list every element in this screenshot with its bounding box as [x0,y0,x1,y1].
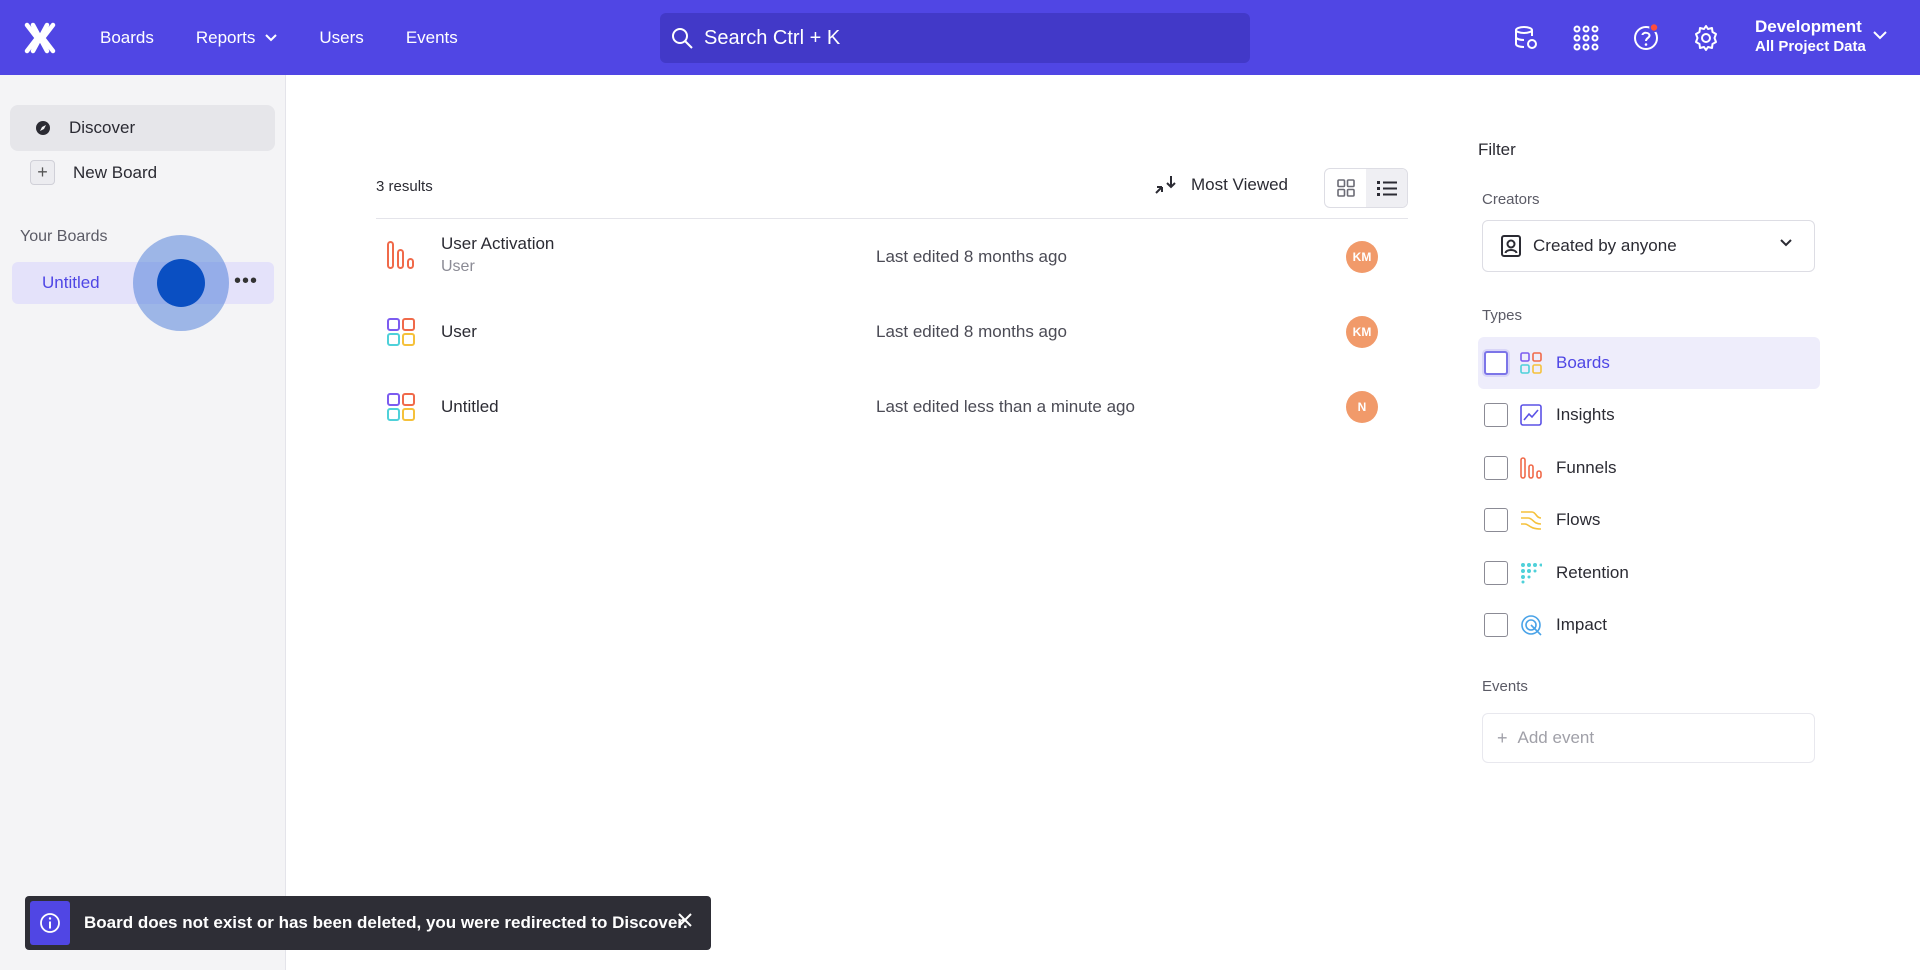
type-label: Funnels [1556,458,1617,477]
new-board-button[interactable]: + New Board [30,160,157,185]
events-label: Events [1482,678,1528,695]
grid-view-button[interactable] [1325,169,1366,207]
plus-icon: + [30,160,55,185]
creators-value: Created by anyone [1533,236,1677,255]
click-indicator-dot [157,259,205,307]
project-name: Development [1755,17,1862,36]
row-last-edited: Last edited 8 months ago [876,247,1067,266]
list-divider [376,218,1408,219]
type-label: Flows [1556,510,1601,529]
row-last-edited: Last edited 8 months ago [876,322,1067,341]
type-label: Impact [1556,615,1608,634]
checkbox[interactable] [1484,403,1508,427]
nav-boards-label: Boards [100,27,154,47]
sidebar-board-label: Untitled [42,273,100,292]
nav-users[interactable]: Users [319,28,363,48]
more-options-icon[interactable]: ••• [234,270,258,293]
list-icon [1376,181,1397,196]
view-toggle [1324,168,1408,208]
sidebar [0,75,286,970]
board-icon [387,318,415,346]
info-icon [30,901,70,945]
funnel-icon [387,241,414,269]
add-event-input[interactable]: + Add event [1482,713,1815,763]
type-filter-flows[interactable]: Flows [1478,494,1820,546]
row-name: User Activation [441,234,555,253]
board-icon [1520,352,1542,374]
creators-select[interactable]: Created by anyone [1482,220,1815,272]
close-icon[interactable] [677,912,693,928]
toast-notification: Board does not exist or has been deleted… [25,896,711,950]
table-row[interactable]: User Last edited 8 months ago KM [376,297,1408,367]
your-boards-heading: Your Boards [20,228,108,245]
table-row[interactable]: User Activation User Last edited 8 month… [376,222,1408,292]
creators-label: Creators [1482,191,1540,208]
avatar: KM [1346,316,1378,348]
app-logo-icon[interactable] [24,22,56,54]
compass-icon [36,121,50,135]
results-count: 3 results [376,178,433,195]
type-filter-impact[interactable]: Impact [1478,599,1820,651]
add-event-placeholder: Add event [1517,728,1595,747]
sort-label: Most Viewed [1191,175,1289,194]
top-navigation-bar: Boards Reports Users Events Search Ctrl … [0,0,1920,75]
nav-events-label: Events [405,27,458,47]
table-row[interactable]: Untitled Last edited less than a minute … [376,372,1408,442]
nav-events[interactable]: Events [406,28,458,48]
help-icon[interactable] [1632,24,1660,52]
sidebar-item-label: Discover [69,118,136,137]
search-input[interactable]: Search Ctrl + K [660,13,1250,63]
checkbox[interactable] [1484,508,1508,532]
sort-icon [1155,176,1176,194]
project-switcher[interactable]: Development All Project Data [1755,17,1866,57]
nav-reports-label: Reports [195,27,256,47]
board-icon [387,393,415,421]
retention-icon [1521,563,1542,584]
main-nav: Boards Reports Users Events [100,0,500,75]
type-filter-funnels[interactable]: Funnels [1478,442,1820,494]
search-icon [672,28,693,49]
search-placeholder: Search Ctrl + K [704,26,841,49]
type-filter-insights[interactable]: Insights [1478,389,1820,441]
project-scope: All Project Data [1755,38,1866,55]
list-view-button[interactable] [1366,169,1407,207]
row-subtitle: User [441,258,475,275]
avatar: N [1346,391,1378,423]
chevron-down-icon [265,33,278,41]
flows-icon [1521,511,1542,530]
row-name: User [441,322,477,341]
sidebar-item-discover[interactable]: Discover [10,105,275,151]
sort-dropdown[interactable]: Most Viewed [1153,174,1288,196]
type-filter-boards[interactable]: Boards [1478,337,1820,389]
funnel-icon [1520,457,1542,479]
avatar: KM [1346,241,1378,273]
nav-users-label: Users [319,27,364,47]
apps-grid-icon[interactable] [1572,24,1600,52]
row-name: Untitled [441,397,499,416]
nav-boards[interactable]: Boards [100,28,154,48]
insights-icon [1520,404,1542,426]
checkbox[interactable] [1484,613,1508,637]
type-label: Retention [1556,563,1629,582]
filter-title: Filter [1478,140,1516,159]
grid-icon [1336,179,1355,197]
gear-icon[interactable] [1692,24,1720,52]
impact-icon [1521,615,1542,636]
database-icon[interactable] [1512,24,1540,52]
chevron-down-icon[interactable] [1873,31,1887,40]
type-label: Insights [1556,405,1615,424]
checkbox[interactable] [1484,456,1508,480]
row-last-edited: Last edited less than a minute ago [876,397,1135,416]
user-badge-icon [1501,235,1521,257]
toast-message: Board does not exist or has been deleted… [84,913,688,932]
types-label: Types [1482,307,1523,324]
checkbox[interactable] [1484,561,1508,585]
chevron-down-icon [1780,239,1792,247]
nav-reports[interactable]: Reports [196,28,278,48]
new-board-label: New Board [73,162,158,182]
type-filter-retention[interactable]: Retention [1478,547,1820,599]
type-label: Boards [1556,353,1610,372]
checkbox[interactable] [1484,351,1508,375]
plus-icon: + [1497,727,1508,748]
